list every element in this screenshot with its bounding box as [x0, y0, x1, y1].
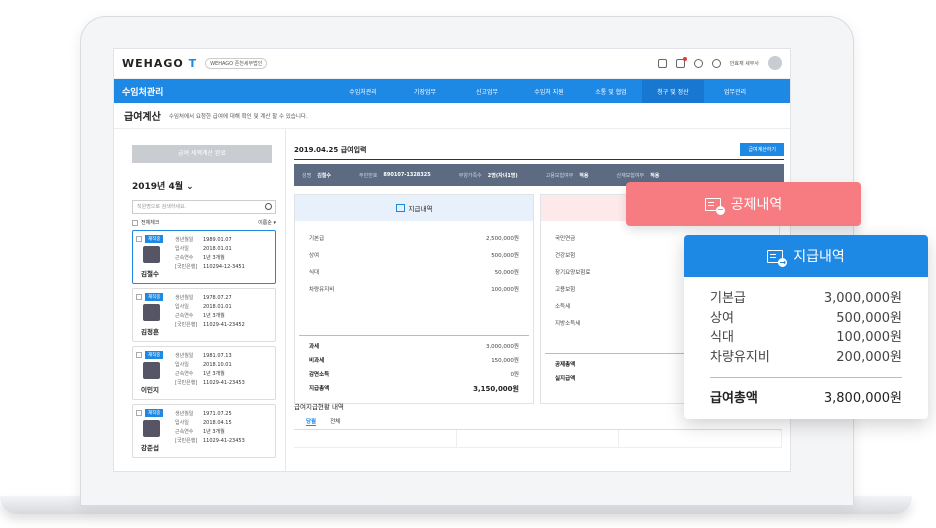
bell-icon[interactable]: [675, 56, 687, 68]
pay-summary: 과세 3,000,000원 비과세 150,000원 감면소득 0원 지급총액 3,15…: [299, 335, 529, 396]
pay-card-header: 지급내역: [295, 195, 533, 221]
deduct-popup: − 공제내역: [626, 182, 861, 226]
pay-item: 상여 500,000원: [309, 253, 519, 259]
pay-popup-header: → 지급내역: [684, 235, 928, 277]
employee-card[interactable]: 재직중이민지 생년월일 1981.07.13 입사일 2018.10.01 근속연수 1년 …: [132, 346, 276, 400]
history-table: [294, 430, 783, 448]
employee-info: 생년월일 1978.07.27 입사일 2018.01.01 근속연수 1년 3개월 [국민…: [175, 295, 245, 328]
pay-popup-total: 급여총액 3,800,000원: [710, 391, 902, 406]
month-selector[interactable]: 2019년 4월 ⌄: [132, 179, 267, 192]
pay-popup-item: 식대 100,000원: [710, 330, 902, 345]
org-chip[interactable]: WEHAGO 존천세무법인: [205, 58, 268, 69]
deduct-popup-title: 공제내역: [730, 197, 783, 213]
select-all[interactable]: 전체체크: [132, 219, 159, 226]
employee-photo: [143, 304, 160, 321]
employee-photo: [143, 420, 160, 437]
employee-card[interactable]: 재직중강준섭 생년월일 1971.07.25 입사일 2018.04.15 근속연수 1년 …: [132, 404, 276, 458]
pay-item: 차량유지비 100,000원: [309, 287, 519, 293]
employee-photo: [143, 246, 160, 263]
page-header: 급여계산 수임처에서 요청한 급여에 대해 확인 및 계산 할 수 있습니다.: [114, 103, 790, 129]
employee-checkbox[interactable]: [136, 236, 142, 242]
complete-button[interactable]: 급여 세액계산 완료: [132, 145, 272, 163]
divider: [710, 377, 902, 378]
employee-card[interactable]: 재직중김철수 생년월일 1989.01.07 입사일 2018.01.01 근속연수 1년 …: [132, 230, 276, 284]
employee-checkbox[interactable]: [136, 294, 142, 300]
nav-item[interactable]: 업무관리: [704, 80, 766, 103]
employee-info: 생년월일 1971.07.25 입사일 2018.04.15 근속연수 1년 3개월 [국민…: [175, 411, 245, 444]
sort-dropdown[interactable]: 이름순 ▾: [258, 219, 276, 226]
employee-card[interactable]: 재직중김정훈 생년월일 1978.07.27 입사일 2018.01.01 근속연수 1년 …: [132, 288, 276, 342]
payroll-header: 2019.04.25 급여입력 급여계산하기: [294, 143, 784, 160]
avatar[interactable]: [768, 56, 782, 70]
nav-item[interactable]: 수임처 지원: [518, 80, 580, 103]
employee-panel: 급여 세액계산 완료 2019년 4월 ⌄ 직원명으로 검색하세요. 전체체크 …: [114, 129, 286, 471]
payroll-title: 2019.04.25 급여입력: [294, 145, 367, 154]
employee-list: 재직중 김철수 생년월일 1989.01.07 입사일 2018.01.01 근속연수 1년 …: [132, 230, 276, 458]
select-all-checkbox[interactable]: [132, 219, 138, 226]
employee-name: 김철수: [141, 270, 159, 278]
status-badge: 재직중: [145, 235, 164, 243]
notification-dot: [682, 56, 687, 61]
page-title: 급여계산: [124, 112, 161, 123]
pay-popup-items: 기본급 3,000,000원상여 500,000원식대 100,000원차량유지비 20…: [710, 289, 902, 367]
document-plus-icon: →: [767, 249, 788, 267]
pay-popup-title: 지급내역: [793, 249, 845, 265]
employee-name: 강준섭: [141, 444, 159, 452]
chevron-down-icon: ⌄: [186, 182, 194, 192]
status-badge: 재직중: [145, 293, 164, 301]
top-bar: WEHAGO T WEHAGO 존천세무법인 안효재 세무사: [114, 49, 790, 79]
nav-item[interactable]: 소통 및 협업: [580, 80, 642, 103]
memo-icon[interactable]: [657, 58, 667, 68]
pay-popup-body: 기본급 3,000,000원상여 500,000원식대 100,000원차량유지비 20…: [684, 277, 928, 406]
nav-items: 수임처관리 기장업무 신고업무 수임처 지원 소통 및 협업 청구 및 정산 업무관리: [332, 79, 766, 103]
nav-item[interactable]: 신고업무: [456, 80, 518, 103]
employee-photo: [143, 362, 160, 379]
nav-title[interactable]: 수임처관리: [122, 85, 332, 98]
pay-item: 식대 50,000원: [309, 270, 519, 276]
user-name[interactable]: 안효재 세무사: [730, 60, 759, 67]
employee-info: 생년월일 1981.07.13 입사일 2018.10.01 근속연수 1년 3개월 [국민…: [175, 353, 245, 386]
pay-popup-item: 기본급 3,000,000원: [710, 291, 902, 306]
list-header: 전체체크 이름순 ▾: [132, 219, 276, 226]
wehago-logo[interactable]: WEHAGO T: [122, 57, 197, 70]
tab-all[interactable]: 전체: [330, 417, 340, 426]
point-icon[interactable]: [693, 58, 703, 68]
search-input[interactable]: 직원명으로 검색하세요.: [132, 200, 276, 214]
nav-item[interactable]: 청구 및 정산: [642, 79, 704, 103]
pay-popup-item: 상여 500,000원: [710, 310, 902, 326]
employee-info: 생년월일 1989.01.07 입사일 2018.01.01 근속연수 1년 3개월 [국민…: [175, 237, 245, 270]
employee-name: 김정훈: [141, 328, 159, 336]
employee-name: 이민지: [141, 386, 159, 394]
tab-current-month[interactable]: 당월: [306, 417, 317, 426]
status-badge: 재직중: [145, 351, 164, 359]
pay-popup-item: 차량유지비 200,000원: [710, 349, 902, 365]
top-right-tools: 안효재 세무사: [657, 56, 782, 70]
main-nav: 수임처관리 수임처관리 기장업무 신고업무 수임처 지원 소통 및 협업 청구 및 정산 업…: [114, 79, 790, 103]
nav-item[interactable]: 수임처관리: [332, 80, 394, 103]
calc-button[interactable]: 급여계산하기: [740, 143, 784, 156]
search-icon[interactable]: [265, 203, 272, 210]
help-icon[interactable]: [711, 58, 721, 68]
employee-checkbox[interactable]: [136, 410, 142, 416]
document-plus-icon: [395, 204, 405, 212]
document-minus-icon: −: [704, 197, 725, 215]
pay-popup: → 지급내역 기본급 3,000,000원상여 500,000원식대 100,000원…: [684, 235, 928, 419]
employee-checkbox[interactable]: [136, 352, 142, 358]
pay-items: 기본급 2,500,000원상여 500,000원식대 50,000원차량유지비 100…: [295, 221, 533, 299]
status-badge: 재직중: [145, 409, 164, 417]
page-description: 수임처에서 요청한 급여에 대해 확인 및 계산 할 수 있습니다.: [168, 113, 308, 120]
nav-item[interactable]: 기장업무: [394, 80, 456, 103]
pay-item: 기본급 2,500,000원: [309, 236, 519, 242]
pay-card: 지급내역 기본급 2,500,000원상여 500,000원식대 50,000원차량유…: [294, 194, 534, 404]
